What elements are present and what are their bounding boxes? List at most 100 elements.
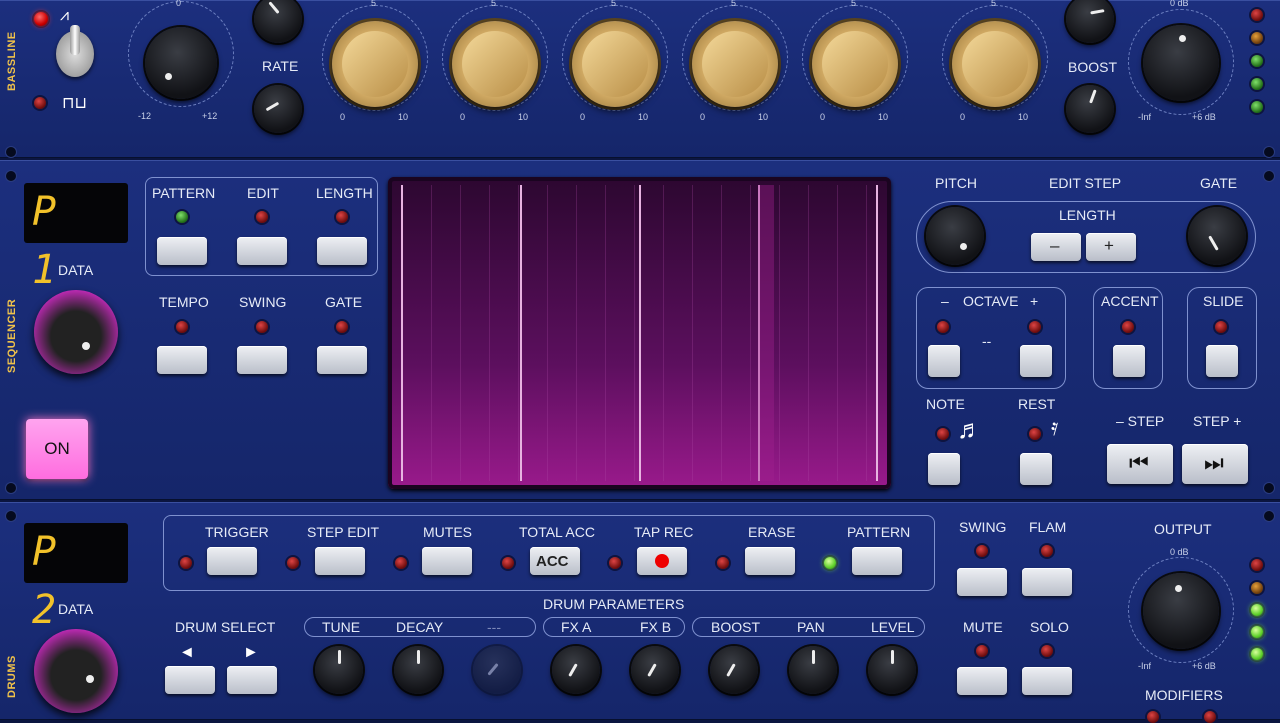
fx-a-label: FX A: [561, 619, 592, 635]
gate-button[interactable]: [317, 346, 367, 374]
total-acc-label: TOTAL ACC: [519, 524, 595, 540]
octave-value: --: [982, 333, 992, 349]
saw-wave-led: [34, 12, 48, 26]
modifier-led-1: [1147, 711, 1159, 723]
sequencer-on-button[interactable]: ON: [26, 419, 88, 479]
bass-meter-led-2: [1251, 32, 1263, 44]
rate-knob[interactable]: [254, 85, 302, 133]
step-edit-button[interactable]: [315, 547, 365, 575]
step-back-button[interactable]: ⏮: [1107, 444, 1173, 484]
flam-button[interactable]: [1022, 568, 1072, 596]
tune-knob[interactable]: [145, 27, 217, 99]
total-acc-button[interactable]: ACC: [530, 547, 580, 575]
drum-meter-led-5: [1251, 648, 1263, 660]
drum-output-top: 0 dB: [1170, 547, 1189, 557]
brass-knob-2[interactable]: [452, 21, 538, 107]
tap-rec-button[interactable]: [637, 547, 687, 575]
sequencer-data-knob[interactable]: [34, 290, 118, 374]
boost-upper-knob[interactable]: [1066, 0, 1114, 43]
fx-b-knob[interactable]: [631, 646, 679, 694]
boost-knob[interactable]: [1066, 85, 1114, 133]
drums-data-knob[interactable]: [34, 629, 118, 713]
swing-drum-label: SWING: [959, 519, 1007, 535]
drum-meter-led-4: [1251, 626, 1263, 638]
pattern-button[interactable]: [157, 237, 207, 265]
screw: [6, 147, 16, 157]
level-knob[interactable]: [868, 646, 916, 694]
length-button[interactable]: [317, 237, 367, 265]
drum-pattern-button[interactable]: [852, 547, 902, 575]
skip-back-icon: ⏮: [1129, 450, 1149, 475]
pitch-knob[interactable]: [926, 207, 984, 265]
step-display-screen[interactable]: [388, 177, 891, 489]
drum-select-prev-button[interactable]: ◄: [165, 644, 215, 694]
slide-button[interactable]: [1206, 345, 1238, 377]
octave-up-button[interactable]: [1020, 345, 1052, 377]
trigger-button[interactable]: [207, 547, 257, 575]
brass-knob-3[interactable]: [572, 21, 658, 107]
accent-button[interactable]: [1113, 345, 1145, 377]
note-button[interactable]: [928, 453, 960, 485]
octave-down-button[interactable]: [928, 345, 960, 377]
mutes-button[interactable]: [422, 547, 472, 575]
sequencer-data-label: DATA: [58, 262, 94, 278]
step-edit-led: [287, 557, 299, 569]
screw: [6, 511, 16, 521]
erase-button[interactable]: [745, 547, 795, 575]
bassline-panel: BASSLINE ⩘ ⊓⊔ 0 -12 +12 RATE 5 0 10 5 0 …: [0, 0, 1280, 158]
tune-drum-knob[interactable]: [315, 646, 363, 694]
drum-meter-led-1: [1251, 559, 1263, 571]
step-forward-button[interactable]: ⏭: [1182, 444, 1248, 484]
modifier-led-2: [1204, 711, 1216, 723]
brass-2-max: 10: [518, 112, 529, 122]
square-wave-icon: ⊓⊔: [62, 95, 87, 112]
swing-drum-button[interactable]: [957, 568, 1007, 596]
drum-select-next-button[interactable]: ►: [227, 644, 277, 694]
drum-output-min: -Inf: [1138, 661, 1152, 671]
length-minus-button[interactable]: –: [1031, 233, 1081, 261]
tune-param-label: TUNE: [322, 619, 361, 635]
screw: [1264, 171, 1274, 181]
brass-knob-4[interactable]: [692, 21, 778, 107]
boost-drum-knob[interactable]: [710, 646, 758, 694]
screw: [1264, 147, 1274, 157]
bass-output-min: -Inf: [1138, 112, 1152, 122]
skip-forward-icon: ⏭: [1204, 450, 1224, 475]
pan-knob[interactable]: [789, 646, 837, 694]
brass-knob-5[interactable]: [812, 21, 898, 107]
solo-button[interactable]: [1022, 667, 1072, 695]
drum-output-knob[interactable]: [1143, 573, 1219, 649]
erase-label: ERASE: [748, 524, 796, 540]
swing-button[interactable]: [237, 346, 287, 374]
brass-knob-1[interactable]: [332, 21, 418, 107]
tempo-button[interactable]: [157, 346, 207, 374]
square-wave-led: [34, 97, 46, 109]
brass-knob-6[interactable]: [952, 21, 1038, 107]
rate-upper-knob[interactable]: [254, 0, 302, 43]
brass-2-top: 5: [491, 0, 497, 8]
rest-button[interactable]: [1020, 453, 1052, 485]
bass-output-knob[interactable]: [1143, 25, 1219, 101]
waveform-toggle-switch[interactable]: [56, 25, 94, 77]
gate-knob[interactable]: [1188, 207, 1246, 265]
disabled-param-knob: [473, 646, 521, 694]
edit-button[interactable]: [237, 237, 287, 265]
drum-output-max: +6 dB: [1192, 661, 1216, 671]
octave-plus-label: +: [1030, 293, 1039, 309]
length-plus-button[interactable]: +: [1086, 233, 1136, 261]
gate-led: [336, 321, 348, 333]
acc-label: ACC: [536, 553, 569, 570]
modifiers-label: MODIFIERS: [1145, 687, 1223, 703]
bass-output-top: 0 dB: [1170, 0, 1189, 8]
mute-button[interactable]: [957, 667, 1007, 695]
octave-up-led: [1029, 321, 1041, 333]
plus-label: +: [1104, 236, 1114, 255]
decay-knob[interactable]: [394, 646, 442, 694]
brass-6-top: 5: [991, 0, 997, 8]
sequencer-pattern-display: P 1: [24, 183, 128, 293]
octave-minus-label: –: [941, 293, 949, 309]
pan-label: PAN: [797, 619, 825, 635]
arrow-right-icon: ►: [243, 644, 259, 661]
trigger-label: TRIGGER: [205, 524, 269, 540]
fx-a-knob[interactable]: [552, 646, 600, 694]
